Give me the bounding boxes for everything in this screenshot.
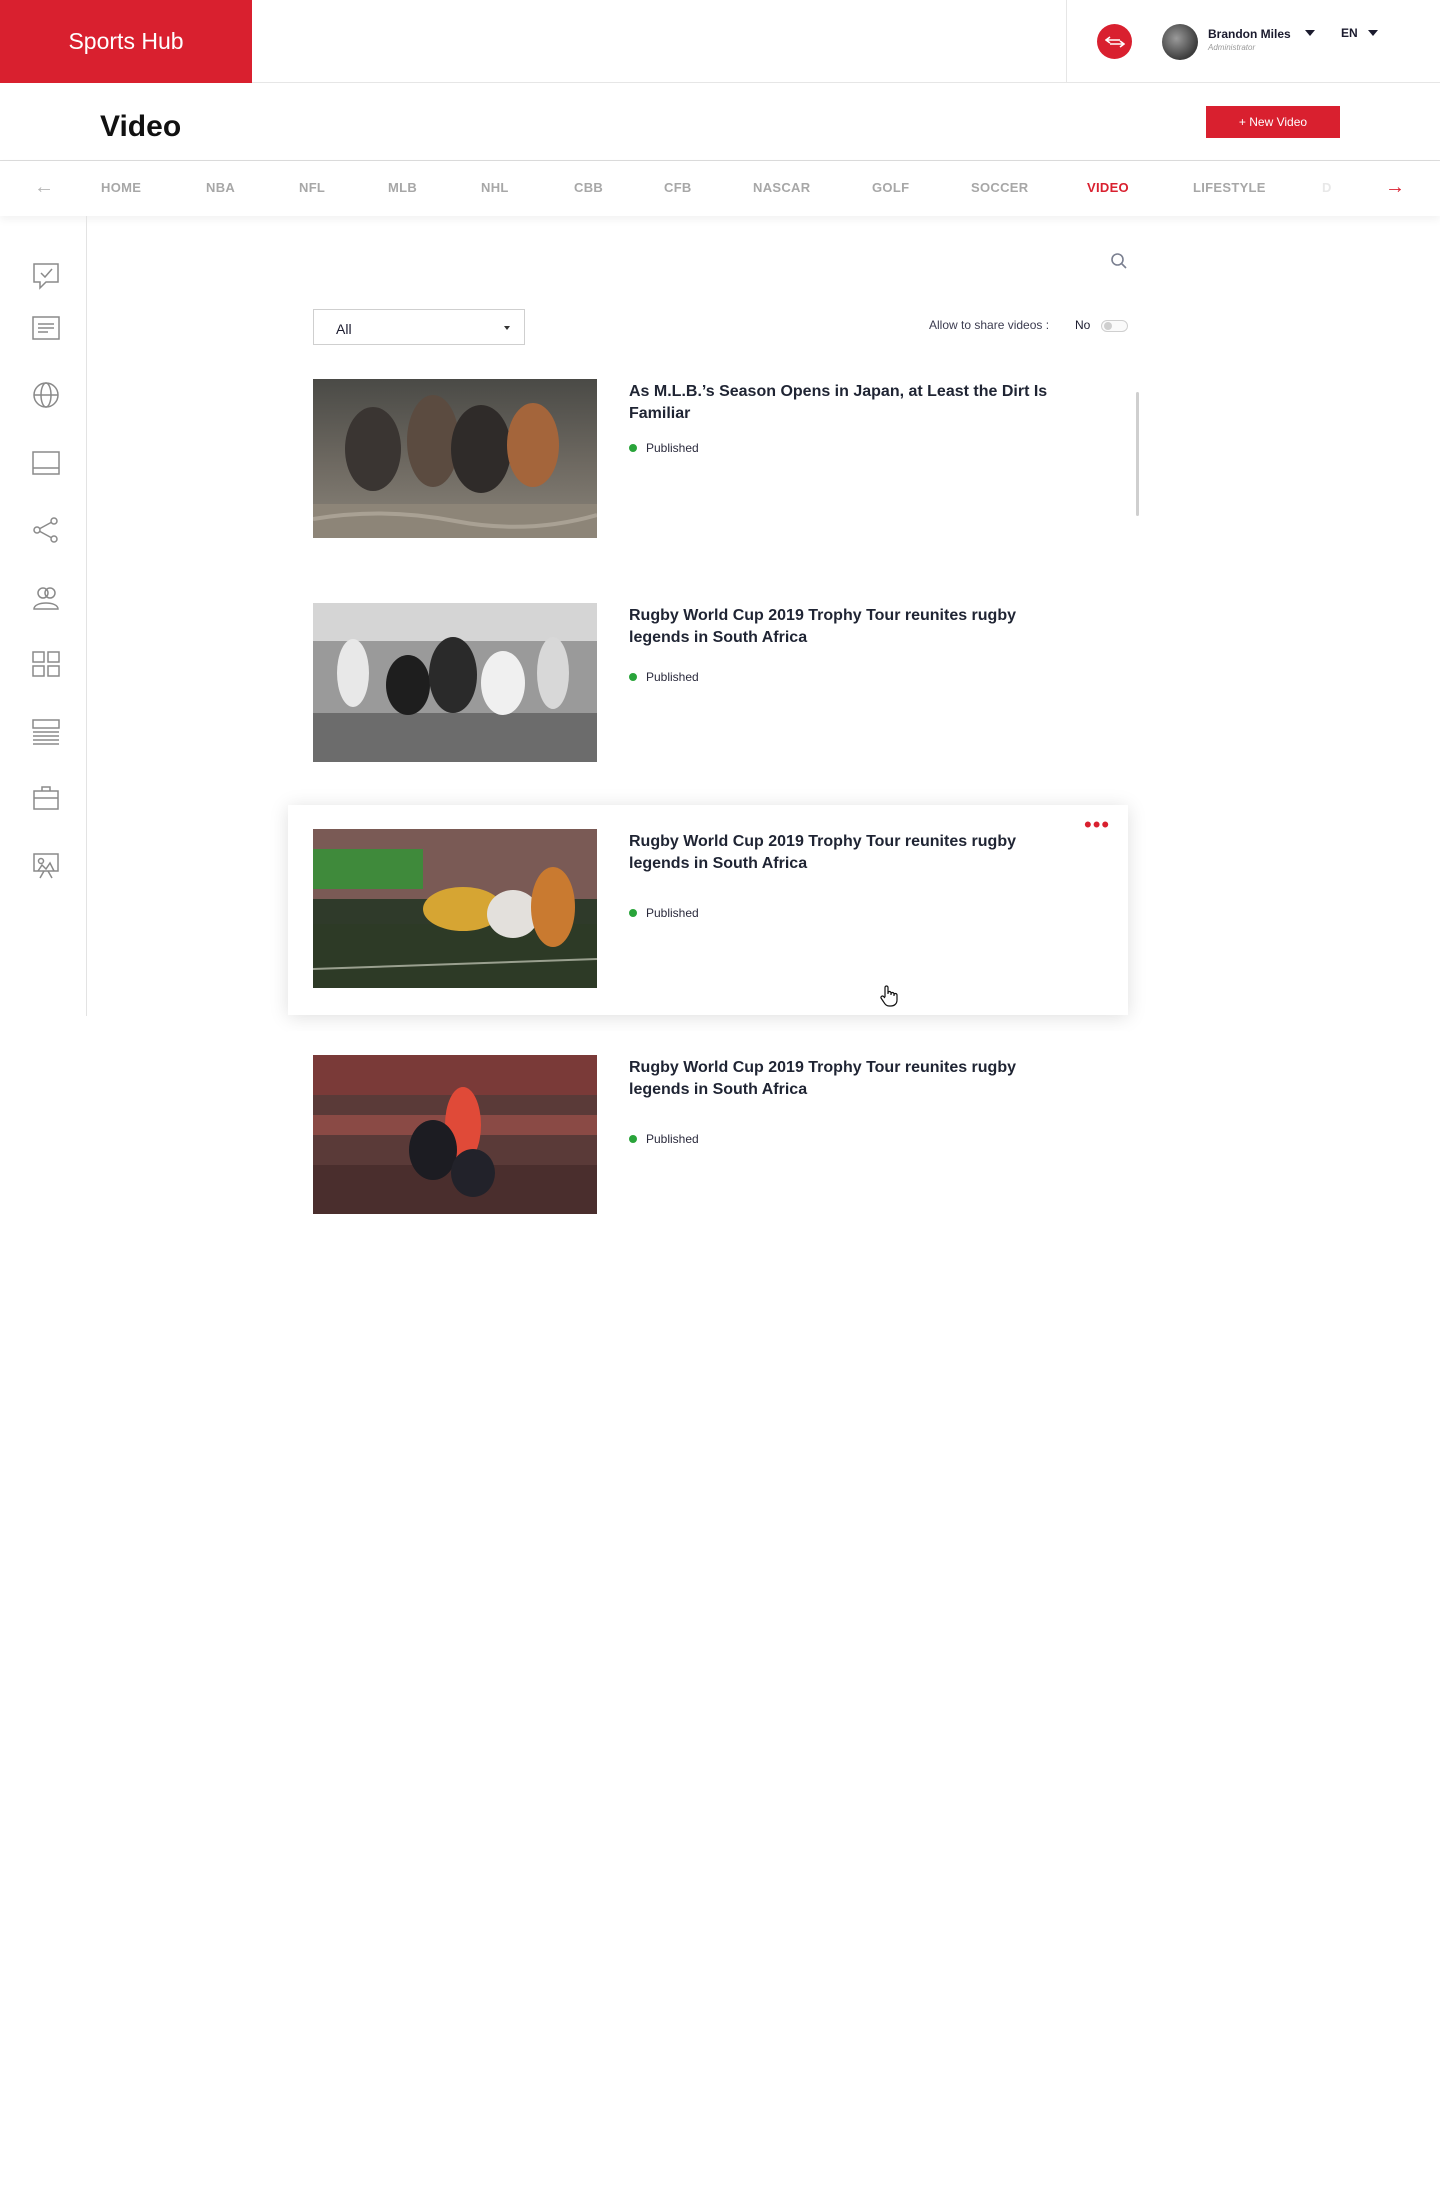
nav-item-cfb[interactable]: CFB xyxy=(664,180,692,195)
status-text: Published xyxy=(646,906,699,920)
chevron-down-icon xyxy=(504,326,510,330)
video-list-item[interactable]: Rugby World Cup 2019 Trophy Tour reunite… xyxy=(288,805,1128,1015)
user-role: Administrator xyxy=(1208,43,1256,52)
layout-icon[interactable] xyxy=(30,648,62,680)
user-name[interactable]: Brandon Miles xyxy=(1208,27,1291,41)
status-text: Published xyxy=(646,670,699,684)
nav-item-mlb[interactable]: MLB xyxy=(388,180,417,195)
nav-item-nascar[interactable]: NASCAR xyxy=(753,180,810,195)
app-logo-text: Sports Hub xyxy=(68,28,184,54)
video-thumbnail[interactable] xyxy=(313,1055,597,1214)
category-nav: ← HOME NBA NFL MLB NHL CBB CFB NASCAR GO… xyxy=(0,161,1440,216)
video-title[interactable]: Rugby World Cup 2019 Trophy Tour reunite… xyxy=(629,1057,1049,1101)
nav-item-nfl[interactable]: NFL xyxy=(299,180,325,195)
nav-item-cbb[interactable]: CBB xyxy=(574,180,603,195)
switch-view-button[interactable] xyxy=(1097,24,1132,59)
nav-item-home[interactable]: HOME xyxy=(101,180,141,195)
status-text: Published xyxy=(646,1132,699,1146)
news-icon[interactable] xyxy=(30,312,62,344)
user-menu-caret-icon[interactable] xyxy=(1305,30,1315,36)
share-icon[interactable] xyxy=(30,514,62,546)
more-options-icon[interactable]: ••• xyxy=(1084,814,1110,836)
status-badge: Published xyxy=(629,1132,699,1146)
search-icon[interactable] xyxy=(1110,252,1130,272)
toggle-knob xyxy=(1104,322,1112,330)
top-bar-divider xyxy=(1066,0,1067,83)
nav-item-video[interactable]: VIDEO xyxy=(1087,180,1129,195)
published-dot-icon xyxy=(629,1135,637,1143)
briefcase-icon[interactable] xyxy=(30,782,62,814)
status-badge: Published xyxy=(629,670,699,684)
avatar[interactable] xyxy=(1162,24,1198,60)
video-list-item[interactable]: Rugby World Cup 2019 Trophy Tour reunite… xyxy=(288,1031,1128,1241)
globe-icon[interactable] xyxy=(30,379,62,411)
users-icon[interactable] xyxy=(30,582,62,614)
nav-item-nhl[interactable]: NHL xyxy=(481,180,509,195)
nav-item-soccer[interactable]: SOCCER xyxy=(971,180,1028,195)
language-caret-icon[interactable] xyxy=(1368,30,1378,36)
list-icon[interactable] xyxy=(30,716,62,748)
app-logo[interactable]: Sports Hub xyxy=(0,0,252,83)
list-scrollbar[interactable] xyxy=(1136,392,1139,516)
page-title: Video xyxy=(100,110,182,143)
status-text: Published xyxy=(646,441,699,455)
status-badge: Published xyxy=(629,906,699,920)
banner-icon[interactable] xyxy=(30,447,62,479)
survey-icon[interactable] xyxy=(30,260,62,292)
published-dot-icon xyxy=(629,673,637,681)
video-title[interactable]: As M.L.B.’s Season Opens in Japan, at Le… xyxy=(629,381,1049,425)
video-title[interactable]: Rugby World Cup 2019 Trophy Tour reunite… xyxy=(629,831,1049,875)
video-thumbnail[interactable] xyxy=(313,379,597,538)
hand-cursor-icon xyxy=(877,984,901,1008)
status-filter-value: All xyxy=(336,321,352,337)
presentation-icon[interactable] xyxy=(30,850,62,882)
swap-arrows-icon xyxy=(1104,35,1125,48)
top-bar: Sports Hub Brandon Miles Administrator E… xyxy=(0,0,1440,83)
published-dot-icon xyxy=(629,444,637,452)
video-list-item[interactable]: Rugby World Cup 2019 Trophy Tour reunite… xyxy=(288,579,1128,789)
language-selector[interactable]: EN xyxy=(1341,26,1358,40)
new-video-button[interactable]: + New Video xyxy=(1206,106,1340,138)
share-videos-label: Allow to share videos : xyxy=(929,318,1050,332)
nav-item-nba[interactable]: NBA xyxy=(206,180,235,195)
nav-item-overflow[interactable]: D xyxy=(1322,180,1331,195)
video-thumbnail[interactable] xyxy=(313,829,597,988)
nav-next-arrow-icon[interactable]: → xyxy=(1385,177,1405,197)
share-videos-toggle[interactable] xyxy=(1101,320,1128,332)
nav-prev-arrow-icon[interactable]: ← xyxy=(34,177,54,197)
nav-item-lifestyle[interactable]: LIFESTYLE xyxy=(1193,180,1266,195)
video-title[interactable]: Rugby World Cup 2019 Trophy Tour reunite… xyxy=(629,605,1049,649)
status-badge: Published xyxy=(629,441,699,455)
status-filter-select[interactable]: All xyxy=(313,309,525,345)
video-list-item[interactable]: As M.L.B.’s Season Opens in Japan, at Le… xyxy=(288,355,1128,565)
share-videos-value: No xyxy=(1075,318,1091,332)
published-dot-icon xyxy=(629,909,637,917)
nav-item-golf[interactable]: GOLF xyxy=(872,180,909,195)
video-thumbnail[interactable] xyxy=(313,603,597,762)
sidebar xyxy=(0,216,87,1016)
